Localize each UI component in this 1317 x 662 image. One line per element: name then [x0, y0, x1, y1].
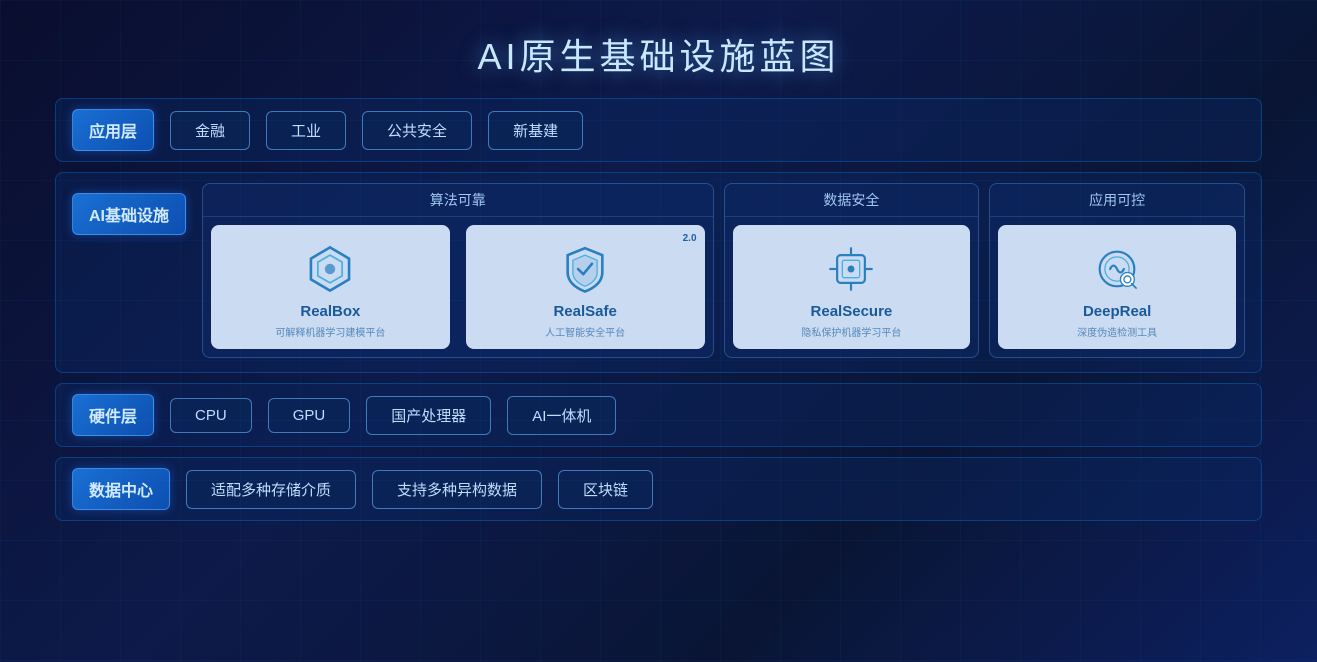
data-security-header: 数据安全: [725, 184, 979, 217]
chip-storage[interactable]: 适配多种存储介质: [186, 470, 356, 509]
suanfa-header: 算法可靠: [203, 184, 713, 217]
suanfa-body: RealBox 可解释机器学习建模平台 2.0: [203, 217, 713, 357]
realsafe-sub: 人工智能安全平台: [545, 324, 625, 339]
ai-infra-layer-label: AI基础设施: [72, 193, 186, 235]
product-realsafe[interactable]: 2.0 RealSafe 人工智能安全平台: [466, 225, 705, 349]
section-suanfa: 算法可靠 R: [202, 183, 714, 358]
chip-guochan[interactable]: 国产处理器: [366, 396, 491, 435]
chip-xinjijian[interactable]: 新基建: [488, 111, 583, 150]
chip-gongye[interactable]: 工业: [266, 111, 346, 150]
chip-ai-all-in-one[interactable]: AI一体机: [507, 396, 616, 435]
ai-infra-sections: 算法可靠 R: [202, 183, 1245, 358]
deepreal-sub: 深度伪造检测工具: [1077, 324, 1157, 339]
app-layer-row: 应用层 金融 工业 公共安全 新基建: [55, 98, 1262, 162]
realsecure-icon-area: [821, 239, 881, 299]
datacenter-layer-label: 数据中心: [72, 468, 170, 510]
app-control-header: 应用可控: [990, 184, 1244, 217]
realsafe-name: RealSafe: [553, 303, 616, 320]
data-security-section: 数据安全: [724, 183, 980, 358]
data-security-body: RealSecure 隐私保护机器学习平台: [725, 217, 979, 357]
chip-gpu[interactable]: GPU: [268, 398, 351, 433]
deepreal-icon-area: [1087, 239, 1147, 299]
chip-blockchain[interactable]: 区块链: [558, 470, 653, 509]
app-control-section: 应用可控: [989, 183, 1245, 358]
chip-jirong[interactable]: 金融: [170, 111, 250, 150]
realsecure-name: RealSecure: [811, 303, 893, 320]
realsafe-version: 2.0: [683, 233, 697, 244]
chip-hetero-data[interactable]: 支持多种异构数据: [372, 470, 542, 509]
realsafe-icon-area: [555, 239, 615, 299]
app-control-body: DeepReal 深度伪造检测工具: [990, 217, 1244, 357]
product-deepreal[interactable]: DeepReal 深度伪造检测工具: [998, 225, 1236, 349]
hardware-layer-row: 硬件层 CPU GPU 国产处理器 AI一体机: [55, 383, 1262, 447]
app-layer-label: 应用层: [72, 109, 154, 151]
realbox-icon-area: [300, 239, 360, 299]
chip-cpu[interactable]: CPU: [170, 398, 252, 433]
section-app-control: 应用可控: [989, 183, 1245, 358]
realbox-name: RealBox: [300, 303, 360, 320]
product-realbox[interactable]: RealBox 可解释机器学习建模平台: [211, 225, 450, 349]
product-realsecure[interactable]: RealSecure 隐私保护机器学习平台: [733, 225, 971, 349]
section-data-security: 数据安全: [724, 183, 980, 358]
ai-infra-layer-row: AI基础设施 算法可靠: [55, 172, 1262, 373]
main-container: 应用层 金融 工业 公共安全 新基建 AI基础设施 算法可靠: [0, 98, 1317, 521]
realbox-sub: 可解释机器学习建模平台: [275, 324, 385, 339]
suanfa-section: 算法可靠 R: [202, 183, 714, 358]
ai-infra-header: AI基础设施 算法可靠: [72, 183, 1245, 358]
page-title: AI原生基础设施蓝图: [0, 0, 1317, 98]
datacenter-layer-row: 数据中心 适配多种存储介质 支持多种异构数据 区块链: [55, 457, 1262, 521]
hardware-layer-label: 硬件层: [72, 394, 154, 436]
deepreal-name: DeepReal: [1083, 303, 1151, 320]
realsecure-sub: 隐私保护机器学习平台: [801, 324, 901, 339]
chip-gonggong[interactable]: 公共安全: [362, 111, 472, 150]
